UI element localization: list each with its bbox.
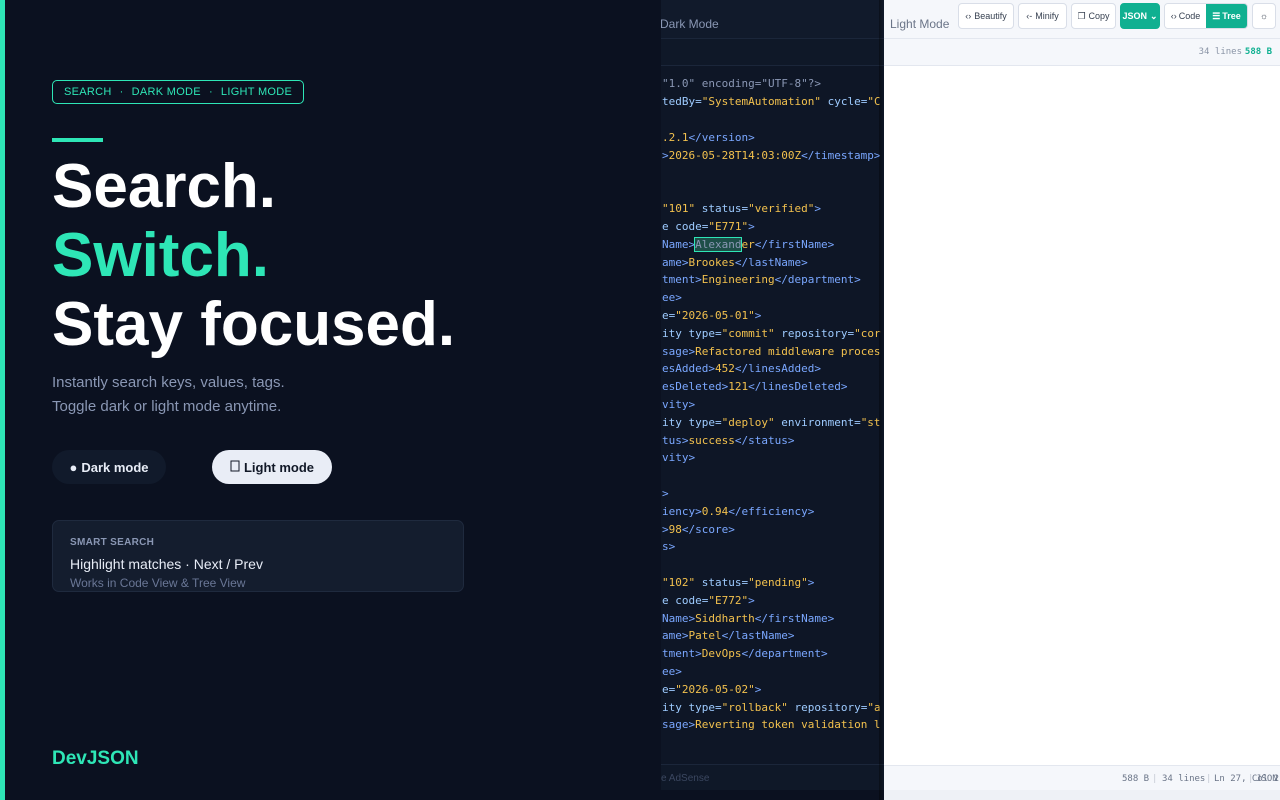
status-separator: | xyxy=(1248,774,1254,784)
status-bytes: 588 B xyxy=(1122,774,1150,784)
tab-tree-label: Tree xyxy=(1222,11,1241,21)
status-separator: | xyxy=(1206,774,1212,784)
code-line: iency>0.94</efficiency> xyxy=(662,505,815,518)
light-panel-header: Light Mode ‹› Beautify ‹- Minify ❐ Copy … xyxy=(884,0,1280,39)
format-select[interactable]: JSON ⌄ xyxy=(1120,3,1160,29)
heading-rule xyxy=(52,138,103,142)
code-brackets-icon: ‹› xyxy=(965,11,972,21)
copy-label: Copy xyxy=(1088,11,1110,21)
code-line: >98</score> xyxy=(662,523,735,536)
card-main: Highlight matches · Next / Prev xyxy=(70,556,263,572)
tab-tree[interactable]: ☰ Tree xyxy=(1206,4,1247,28)
search-highlight: Alexand xyxy=(694,237,743,252)
copy-button[interactable]: ❐ Copy xyxy=(1071,3,1116,29)
tab-code-label: Code xyxy=(1178,11,1201,21)
compress-icon: ‹- xyxy=(1026,11,1033,21)
beautify-label: Beautify xyxy=(974,11,1007,21)
code-line: "101" status="verified"> xyxy=(662,202,821,215)
footer-text: e AdSense xyxy=(661,773,710,784)
dot-icon: ● xyxy=(69,459,78,475)
light-editor-panel: Light Mode ‹› Beautify ‹- Minify ❐ Copy … xyxy=(884,0,1280,800)
card-sub: Works in Code View & Tree View xyxy=(70,576,246,590)
tag-light-mode: LIGHT MODE xyxy=(220,86,293,98)
list-icon: ☰ xyxy=(1212,10,1221,21)
status-bar: 588 B | 34 lines | Ln 27, Col 2 | JSON xyxy=(884,765,1280,791)
minify-label: Minify xyxy=(1035,11,1059,21)
code-line: ity type="deploy" environment="st xyxy=(662,416,881,429)
code-line: ity type="commit" repository="cor xyxy=(662,327,881,340)
dark-editor-panel: Dark Mode "1.0" encoding="UTF-8"?> tedBy… xyxy=(661,0,884,800)
code-line: Name>Alexander</firstName> xyxy=(662,237,835,252)
sun-icon: ☼ xyxy=(1259,11,1269,21)
code-line: tedBy="SystemAutomation" cycle="C xyxy=(662,95,881,108)
code-line: ity type="rollback" repository="a xyxy=(662,701,881,714)
dark-mode-button[interactable]: ● Dark mode xyxy=(52,450,166,484)
code-line: esDeleted>121</linesDeleted> xyxy=(662,380,848,393)
copy-icon: ❐ xyxy=(1077,10,1086,21)
line-count: 34 lines xyxy=(1198,47,1242,57)
format-label: JSON xyxy=(1122,11,1147,21)
code-brackets-icon: ‹› xyxy=(1170,11,1177,21)
feature-tagline: SEARCH · DARK MODE · LIGHT MODE xyxy=(52,80,305,104)
light-panel-bottom xyxy=(884,790,1280,800)
dark-panel-footer: e AdSense xyxy=(661,764,884,791)
beautify-button[interactable]: ‹› Beautify xyxy=(958,3,1014,29)
status-separator: | xyxy=(1152,774,1158,784)
headline-line-1: Search. xyxy=(52,152,277,221)
dark-panel-subbar xyxy=(661,39,884,66)
smart-search-card: SMART SEARCH Highlight matches · Next / … xyxy=(52,520,464,592)
code-line: Name>Siddharth</firstName> xyxy=(662,612,835,625)
code-line: tus>success</status> xyxy=(662,434,795,447)
light-mode-button[interactable]: Light mode xyxy=(212,450,332,484)
code-line: sage>Refactored middleware proces xyxy=(662,345,881,358)
code-line: >2026-05-28T14:03:00Z</timestamp> xyxy=(662,149,881,162)
code-line: s> xyxy=(662,540,676,553)
status-lines: 34 lines xyxy=(1162,774,1206,784)
code-line: ee> xyxy=(662,665,682,678)
subtitle-line-2: Toggle dark or light mode anytime. xyxy=(52,398,282,415)
brand-logo: DevJSON xyxy=(52,748,139,769)
byte-count: 588 B xyxy=(1244,47,1272,57)
code-line: e code="E772"> xyxy=(662,594,755,607)
code-line: > xyxy=(662,487,669,500)
code-line: "102" status="pending"> xyxy=(662,576,815,589)
code-line: esAdded>452</linesAdded> xyxy=(662,362,821,375)
view-toggle: ‹› Code ☰ Tree xyxy=(1164,3,1248,29)
code-line: tment>DevOps</department> xyxy=(662,647,828,660)
code-line: vity> xyxy=(662,398,696,411)
status-language: JSON xyxy=(1256,774,1278,784)
code-line: ame>Patel</lastName> xyxy=(662,629,795,642)
theme-toggle-button[interactable]: ☼ xyxy=(1252,3,1276,29)
dark-panel-header: Dark Mode xyxy=(661,0,884,39)
code-line: ee> xyxy=(662,291,682,304)
code-line: ame>Brookes</lastName> xyxy=(662,256,808,269)
tab-code[interactable]: ‹› Code xyxy=(1165,4,1206,28)
dark-panel-title: Dark Mode xyxy=(661,17,719,31)
card-title: SMART SEARCH xyxy=(70,537,155,548)
headline-line-2: Switch. xyxy=(52,221,270,290)
code-line: sage>Reverting token validation l xyxy=(662,718,881,731)
dark-panel-bottom xyxy=(661,790,884,800)
code-line: "1.0" encoding="UTF-8"?> xyxy=(662,77,821,90)
code-line: .2.1</version> xyxy=(662,131,755,144)
code-line: e="2026-05-01"> xyxy=(662,309,762,322)
chevron-down-icon: ⌄ xyxy=(1149,10,1158,21)
code-line: tment>Engineering</department> xyxy=(662,273,861,286)
headline-line-3: Stay focused. xyxy=(52,290,456,359)
light-panel-title: Light Mode xyxy=(890,17,950,31)
subtitle-line-1: Instantly search keys, values, tags. xyxy=(52,374,285,391)
light-panel-subbar: 34 lines 588 B xyxy=(884,39,1280,66)
tag-separator: · xyxy=(119,86,124,98)
code-line: vity> xyxy=(662,451,696,464)
sun-icon xyxy=(230,460,240,475)
minify-button[interactable]: ‹- Minify xyxy=(1018,3,1067,29)
tag-dark-mode: DARK MODE xyxy=(131,86,201,98)
light-mode-label: Light mode xyxy=(243,459,315,475)
code-line: e="2026-05-02"> xyxy=(662,683,762,696)
dark-mode-label: Dark mode xyxy=(81,459,149,475)
hero-section: SEARCH · DARK MODE · LIGHT MODE Search. … xyxy=(5,0,661,800)
code-line: e code="E771"> xyxy=(662,220,755,233)
tag-search: SEARCH xyxy=(64,86,112,98)
tag-separator: · xyxy=(208,86,213,98)
